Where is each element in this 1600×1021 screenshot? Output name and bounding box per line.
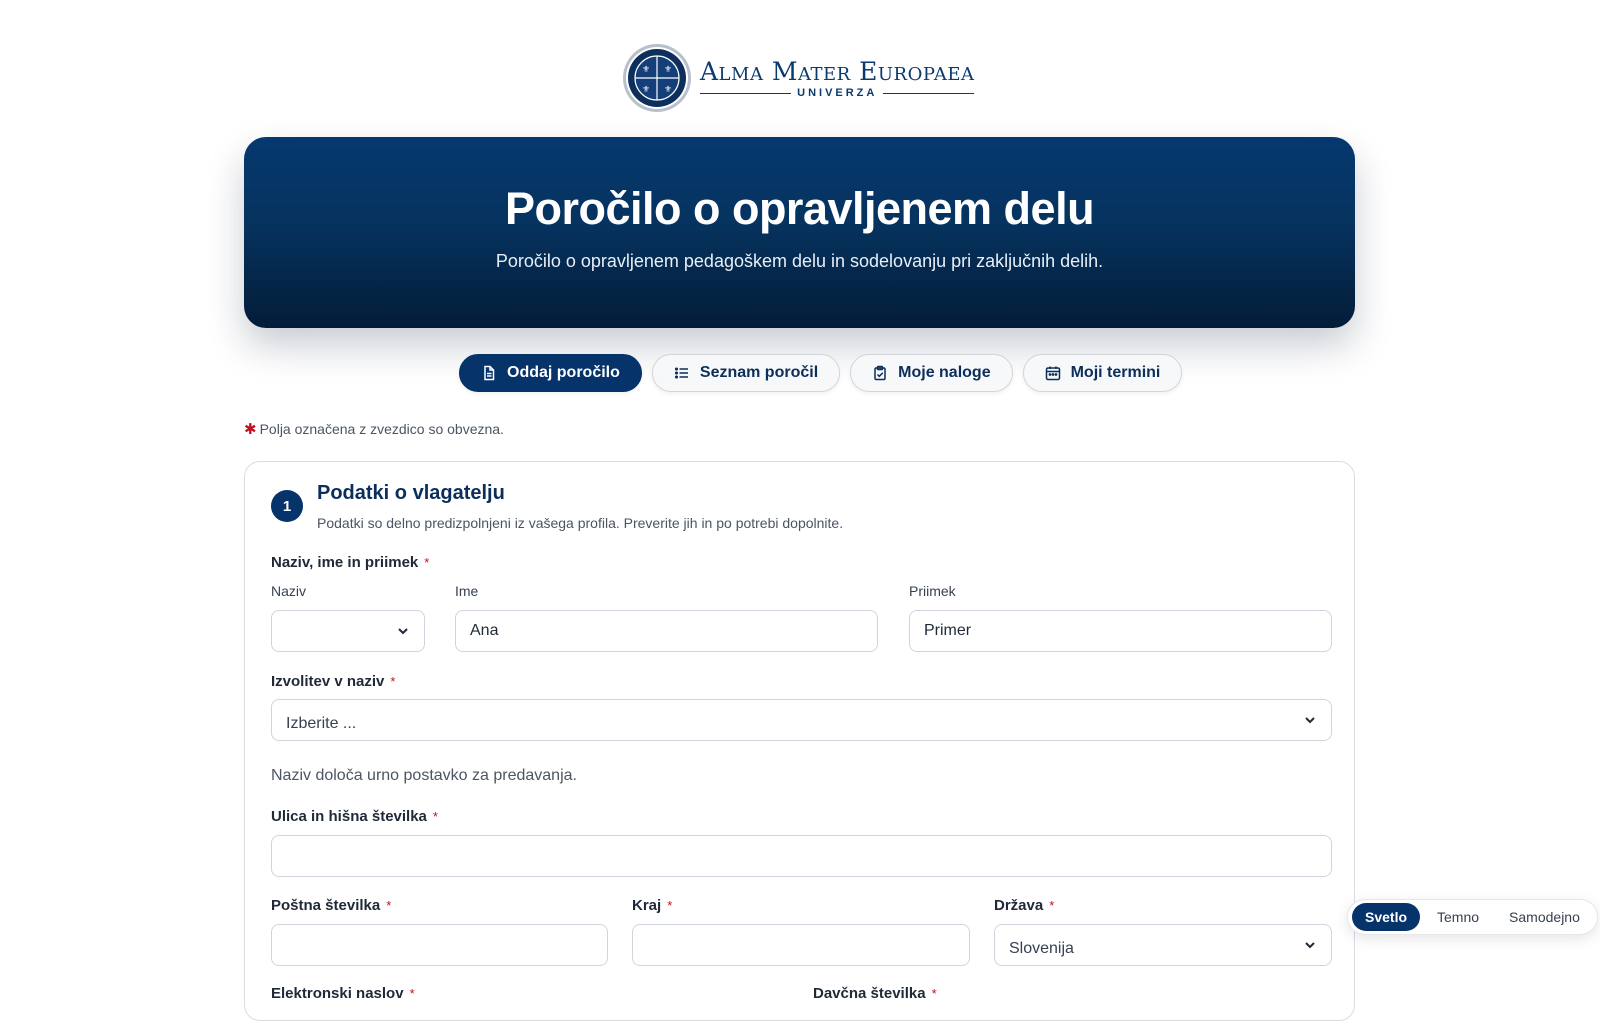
step-number-badge: 1 [271, 490, 303, 522]
title-select[interactable] [271, 610, 425, 652]
section-subtitle: Podatki so delno predizpolnjeni iz vašeg… [317, 515, 844, 531]
svg-text:⚜: ⚜ [664, 84, 672, 94]
rank-select[interactable]: Izberite ... [271, 699, 1332, 741]
svg-text:⚜: ⚜ [642, 64, 650, 74]
required-mark: * [1049, 898, 1055, 913]
university-logo[interactable]: ⚜ ⚜ ⚜ ⚜ Alma Mater Europaea UNIVERZA [622, 43, 975, 113]
required-mark: * [390, 674, 396, 689]
theme-switcher: Svetlo Temno Samodejno [1347, 899, 1598, 935]
tab-my-appointments[interactable]: Moji termini [1022, 354, 1183, 392]
main-tabs: Oddaj poročilo Seznam poročil Moje nalog… [459, 354, 1183, 392]
tax-number-label: Davčna številka * [813, 985, 937, 1002]
street-input[interactable] [271, 835, 1332, 877]
required-mark: * [931, 986, 937, 1001]
first-name-label: Ime [455, 583, 479, 599]
tab-label: Oddaj poročilo [507, 364, 620, 381]
clipboard-check-icon [874, 365, 886, 381]
email-label: Elektronski naslov * [271, 985, 415, 1002]
document-icon [484, 365, 495, 381]
required-note-text: Polja označena z zvezdico so obvezna. [259, 421, 504, 437]
tab-label: Moji termini [1070, 364, 1161, 381]
hero-banner: Poročilo o opravljenem delu Poročilo o o… [244, 137, 1355, 328]
brand-name: Alma Mater Europaea [700, 57, 975, 86]
svg-text:⚜: ⚜ [664, 64, 672, 74]
required-mark: * [409, 986, 415, 1001]
chevron-down-icon [398, 628, 408, 635]
chevron-down-icon [1305, 942, 1315, 949]
tab-my-tasks[interactable]: Moje naloge [850, 354, 1013, 392]
country-select[interactable]: Slovenija [994, 924, 1332, 966]
last-name-label: Priimek [909, 583, 956, 599]
rank-label: Izvolitev v naziv * [271, 673, 396, 690]
country-label: Država * [994, 897, 1055, 914]
city-label: Kraj * [632, 897, 673, 914]
page-title: Poročilo o opravljenem delu [504, 183, 1095, 234]
list-icon [674, 367, 688, 379]
required-mark: * [432, 809, 438, 824]
title-label: Naziv [271, 583, 307, 599]
theme-light-option[interactable]: Svetlo [1352, 903, 1421, 931]
street-label: Ulica in hišna številka * [271, 808, 438, 825]
last-name-input[interactable]: Primer [909, 610, 1332, 652]
required-fields-note: ✱ Polja označena z zvezdico so obvezna. [244, 420, 504, 438]
section-title: Podatki o vlagatelju [317, 482, 505, 504]
svg-text:⚜: ⚜ [642, 84, 650, 94]
tab-label: Moje naloge [898, 364, 991, 381]
first-name-input[interactable]: Ana [455, 610, 878, 652]
tab-label: Seznam poročil [699, 364, 819, 381]
page-subtitle: Poročilo o opravljenem pedagoškem delu i… [495, 251, 1104, 271]
required-mark: * [424, 555, 430, 570]
required-mark: * [386, 898, 392, 913]
theme-dark-option[interactable]: Temno [1424, 903, 1492, 931]
tab-submit-report[interactable]: Oddaj poročilo [459, 354, 642, 392]
chevron-down-icon [1305, 717, 1315, 724]
rank-hint: Naziv določa urno postavko za predavanja… [271, 767, 577, 784]
calendar-icon [1045, 366, 1060, 381]
name-group-label: Naziv, ime in priimek * [271, 554, 430, 571]
required-mark: * [667, 898, 673, 913]
postal-code-input[interactable] [271, 924, 608, 966]
brand-subtitle: UNIVERZA [797, 87, 878, 99]
postal-code-label: Poštna številka * [271, 897, 392, 914]
university-seal-icon: ⚜ ⚜ ⚜ ⚜ [623, 44, 691, 112]
applicant-section-card: 1 Podatki o vlagatelju Podatki so delno … [244, 461, 1355, 1021]
required-star-icon: ✱ [244, 421, 257, 438]
city-input[interactable] [632, 924, 970, 966]
tab-report-list[interactable]: Seznam poročil [651, 354, 841, 392]
theme-auto-option[interactable]: Samodejno [1496, 903, 1593, 931]
